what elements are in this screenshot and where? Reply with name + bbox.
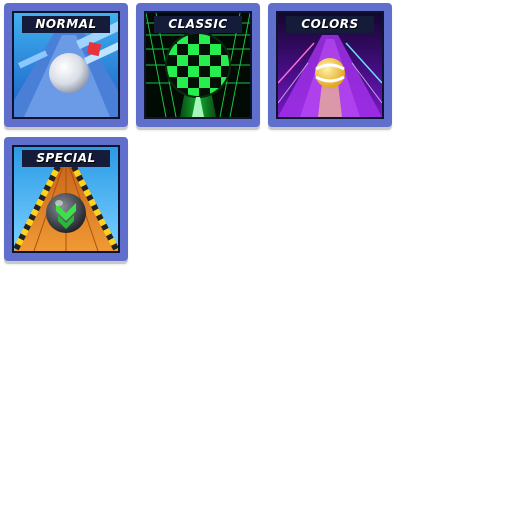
mode-label-classic: CLASSIC bbox=[154, 16, 242, 33]
mode-tile-classic[interactable]: CLASSIC bbox=[136, 3, 260, 131]
game-mode-grid: NORMAL CLASSIC COLORS SPECIAL bbox=[0, 0, 512, 512]
mode-label-normal: NORMAL bbox=[22, 16, 110, 33]
mode-tile-special[interactable]: SPECIAL bbox=[4, 137, 128, 265]
mode-tile-normal[interactable]: NORMAL bbox=[4, 3, 128, 131]
mode-label-special: SPECIAL bbox=[22, 150, 110, 167]
mode-tile-colors[interactable]: COLORS bbox=[268, 3, 392, 131]
mode-label-colors: COLORS bbox=[286, 16, 374, 33]
